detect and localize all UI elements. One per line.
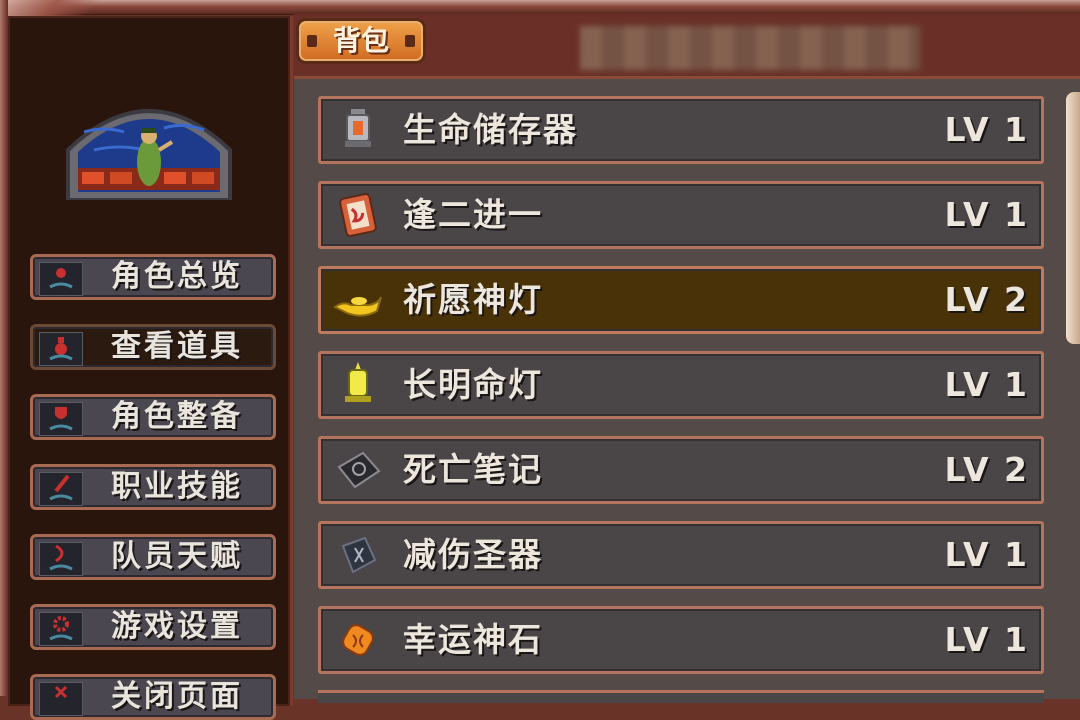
- character-icon: [39, 262, 83, 296]
- dna-icon: [39, 542, 83, 576]
- item-level: LV 1: [944, 535, 1029, 574]
- menu-team-talents[interactable]: 队员天赋: [30, 534, 276, 580]
- item-name: 幸运神石: [403, 620, 543, 659]
- frame-left-edge: [0, 0, 8, 696]
- item-row[interactable]: 长明命灯 LV 1: [318, 351, 1044, 419]
- card-icon: [333, 192, 383, 238]
- menu-character-overview[interactable]: 角色总览: [30, 254, 276, 300]
- character-portrait: [66, 109, 232, 200]
- item-level: LV 2: [944, 450, 1029, 489]
- item-row-partial[interactable]: [318, 690, 1044, 703]
- menu-game-settings[interactable]: 游戏设置: [30, 604, 276, 650]
- menu-close-page[interactable]: 关闭页面: [30, 674, 276, 720]
- menu-label: 游戏设置: [111, 609, 243, 644]
- rune-stone-icon: [333, 532, 383, 578]
- lucky-stone-icon: [333, 617, 383, 663]
- item-row[interactable]: 减伤圣器 LV 1: [318, 521, 1044, 589]
- tab-backpack-label: 背包: [332, 24, 389, 57]
- potion-icon: [39, 332, 83, 366]
- item-row[interactable]: 逢二进一 LV 1: [318, 181, 1044, 249]
- close-icon: [39, 682, 83, 716]
- item-row[interactable]: 生命储存器 LV 1: [318, 96, 1044, 164]
- menu-label: 队员天赋: [111, 539, 243, 574]
- menu-label: 角色整备: [111, 399, 243, 434]
- menu-label: 查看道具: [111, 329, 243, 364]
- item-name: 减伤圣器: [403, 535, 543, 574]
- item-level: LV 1: [944, 195, 1029, 234]
- menu-character-equip[interactable]: 角色整备: [30, 394, 276, 440]
- menu-view-items[interactable]: 查看道具: [30, 324, 276, 370]
- book-icon: [333, 447, 383, 493]
- magic-lamp-icon: [333, 277, 383, 323]
- window-frame-top: [0, 0, 1080, 15]
- item-name: 长明命灯: [403, 365, 543, 404]
- menu-label: 角色总览: [111, 259, 243, 294]
- sword-icon: [39, 472, 83, 506]
- item-row[interactable]: 幸运神石 LV 1: [318, 606, 1044, 674]
- oil-lamp-icon: [333, 362, 383, 408]
- shield-icon: [39, 402, 83, 436]
- item-name: 死亡笔记: [403, 450, 543, 489]
- blurred-header-area: [580, 26, 920, 70]
- item-row-selected[interactable]: 祈愿神灯 LV 2: [318, 266, 1044, 334]
- item-name: 祈愿神灯: [403, 280, 543, 319]
- item-level: LV 1: [944, 620, 1029, 659]
- gear-icon: [39, 612, 83, 646]
- item-row[interactable]: 死亡笔记 LV 2: [318, 436, 1044, 504]
- item-name: 逢二进一: [403, 195, 543, 234]
- item-level: LV 2: [944, 280, 1029, 319]
- menu-label: 职业技能: [111, 469, 243, 504]
- lantern-icon: [333, 107, 383, 153]
- scrollbar-thumb[interactable]: [1066, 92, 1080, 344]
- menu-label: 关闭页面: [111, 679, 243, 714]
- item-level: LV 1: [944, 110, 1029, 149]
- item-name: 生命储存器: [403, 110, 578, 149]
- item-level: LV 1: [944, 365, 1029, 404]
- tab-backpack[interactable]: 背包: [296, 18, 426, 64]
- menu-class-skills[interactable]: 职业技能: [30, 464, 276, 510]
